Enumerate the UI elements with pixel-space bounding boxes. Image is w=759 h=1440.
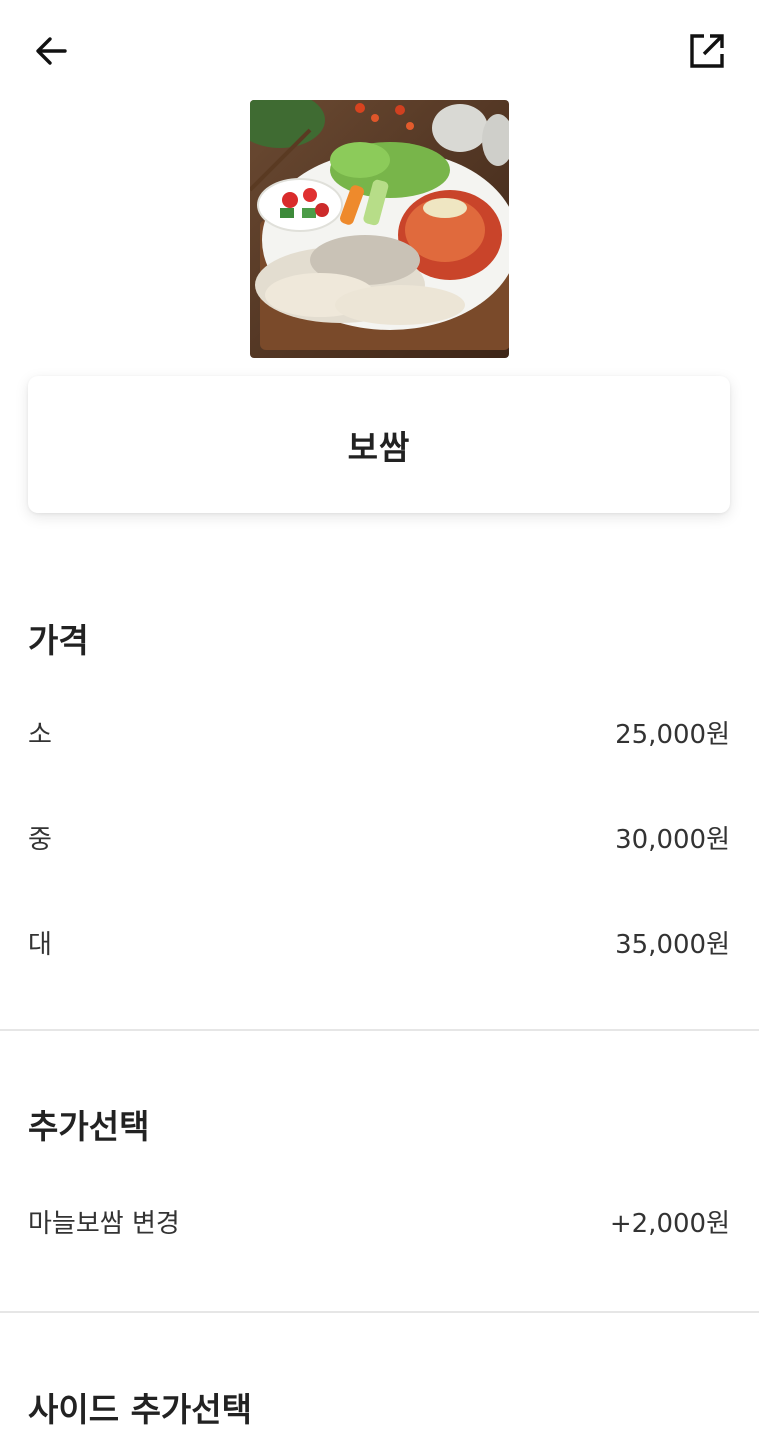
menu-food-image <box>250 100 509 358</box>
section-divider <box>0 1029 759 1031</box>
menu-title-card: 보쌈 <box>28 376 730 513</box>
arrow-left-icon <box>36 37 67 65</box>
extra-option-price: +2,000원 <box>609 1208 730 1239</box>
menu-name: 보쌈 <box>347 427 411 467</box>
top-bar <box>0 0 759 100</box>
price-option-label: 대 <box>28 929 52 960</box>
price-option-row[interactable]: 대 35,000원 <box>28 912 730 972</box>
price-option-label: 소 <box>28 719 52 750</box>
price-option-value: 25,000원 <box>615 719 730 750</box>
extra-option-row[interactable]: 마늘보쌈 변경 +2,000원 <box>28 1191 730 1251</box>
back-button[interactable] <box>28 28 74 74</box>
price-option-row[interactable]: 중 30,000원 <box>28 807 730 867</box>
share-button[interactable] <box>684 28 730 74</box>
side-section-title: 사이드 추가선택 <box>28 1390 253 1429</box>
share-external-icon <box>690 34 724 68</box>
section-divider <box>0 1311 759 1313</box>
price-option-value: 30,000원 <box>615 824 730 855</box>
extra-section-title: 추가선택 <box>28 1107 150 1146</box>
price-option-label: 중 <box>28 824 52 855</box>
extra-option-label: 마늘보쌈 변경 <box>28 1208 180 1239</box>
price-option-row[interactable]: 소 25,000원 <box>28 702 730 762</box>
price-option-value: 35,000원 <box>615 929 730 960</box>
price-section-title: 가격 <box>28 621 89 660</box>
